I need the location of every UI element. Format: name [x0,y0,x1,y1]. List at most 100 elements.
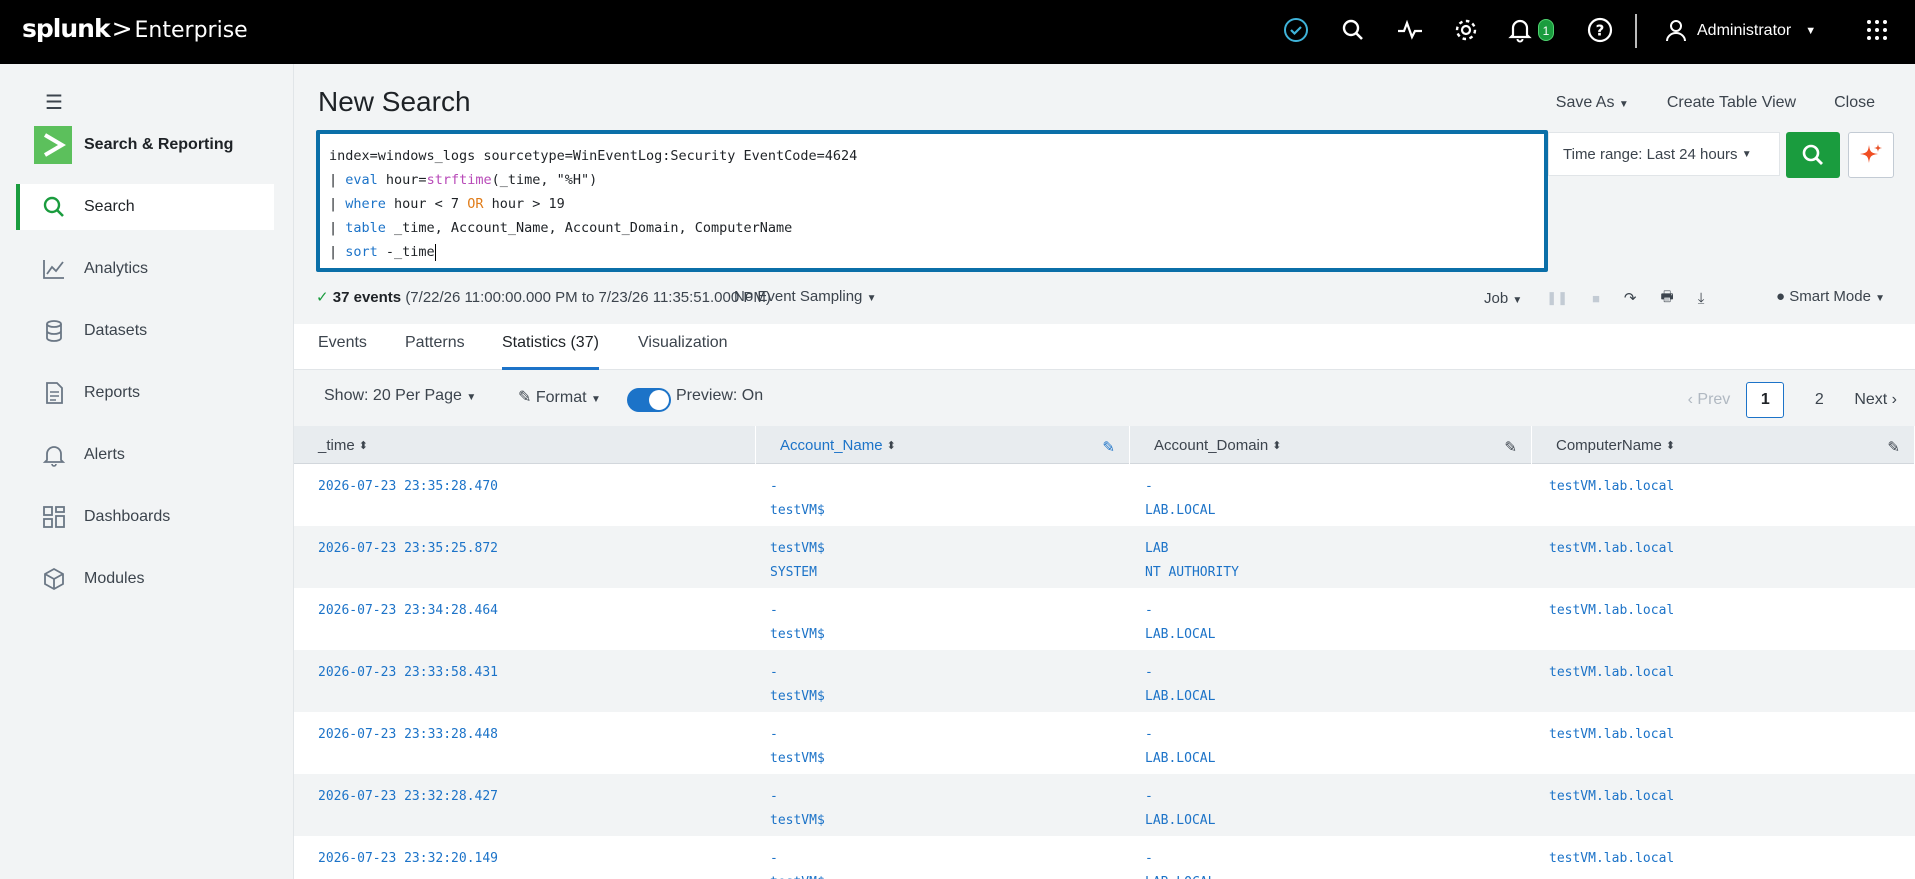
brand-chevron: > [111,14,133,43]
user-menu[interactable]: Administrator ▼ [1665,14,1816,48]
edit-column-icon[interactable]: ✎ [1102,438,1115,456]
event-count[interactable]: ✓ 37 events (7/22/26 11:00:00.000 PM to … [316,288,771,306]
sidebar-item-dashboards[interactable]: Dashboards [16,494,274,540]
cell-account-domain[interactable]: - LAB.LOCAL [1145,599,1215,647]
preview-label: Preview: On [676,387,764,404]
prev-page-button[interactable]: ‹ Prev [1688,391,1731,409]
text-cursor [434,243,436,261]
cell-computer-name[interactable]: testVM.lab.local [1549,537,1674,561]
edit-column-icon[interactable]: ✎ [1887,438,1900,456]
sidebar-item-analytics[interactable]: Analytics [16,246,274,292]
health-check-icon[interactable] [1281,15,1311,45]
sidebar-item-modules[interactable]: Modules [16,556,274,602]
cell-computer-name[interactable]: testVM.lab.local [1549,475,1674,499]
cell-computer-name[interactable]: testVM.lab.local [1549,661,1674,685]
format-dropdown[interactable]: ✎ Format ▼ [518,387,601,407]
cell-computer-name[interactable]: testVM.lab.local [1549,599,1674,623]
stop-icon[interactable]: ■ [1592,291,1600,306]
preview-toggle[interactable] [627,388,671,412]
cell-time[interactable]: 2026-07-23 23:33:58.431 [318,661,498,685]
tab-visualization[interactable]: Visualization [638,334,728,370]
bell-icon[interactable] [1505,15,1535,45]
export-icon[interactable]: ⤓ [1698,290,1705,307]
next-page-button[interactable]: Next › [1854,391,1897,409]
sidebar-item-reports[interactable]: Reports [16,370,274,416]
top-bar: splunk>Enterprise 1 ? Administrator ▼ [0,0,1915,64]
cell-time[interactable]: 2026-07-23 23:32:20.149 [318,847,498,871]
print-icon[interactable]: 🖶 [1661,286,1674,310]
page-2-button[interactable]: 2 [1800,382,1838,418]
column-header-account-domain[interactable]: Account_Domain ⬍ ✎ [1130,426,1532,464]
sidebar-item-datasets[interactable]: Datasets [16,308,274,354]
splunk-logo[interactable]: splunk>Enterprise [22,14,248,43]
database-icon [46,320,62,342]
run-search-button[interactable] [1786,132,1840,178]
column-header-computer-name[interactable]: ComputerName ⬍ ✎ [1532,426,1915,464]
tab-events[interactable]: Events [318,334,367,370]
tab-patterns[interactable]: Patterns [405,334,465,370]
table-row: 2026-07-23 23:35:28.470 - testVM$ - LAB.… [294,464,1915,526]
cell-account-domain[interactable]: - LAB.LOCAL [1145,723,1215,771]
tab-statistics[interactable]: Statistics (37) [502,334,599,370]
chart-icon [43,260,64,279]
event-sampling-dropdown[interactable]: No Event Sampling ▼ [734,288,876,305]
page-1-button[interactable]: 1 [1746,382,1785,418]
table-row: 2026-07-23 23:34:28.464 - testVM$ - LAB.… [294,588,1915,650]
search-mode-dropdown[interactable]: ● Smart Mode ▼ [1776,288,1885,305]
activity-icon[interactable] [1395,15,1425,45]
apps-grid-icon[interactable] [1862,15,1892,45]
cell-time[interactable]: 2026-07-23 23:34:28.464 [318,599,498,623]
job-menu[interactable]: Job ▼ [1484,290,1522,307]
ai-assistant-button[interactable] [1848,132,1894,178]
cell-account-name[interactable]: testVM$ SYSTEM [770,537,825,585]
column-header-time[interactable]: _time ⬍ [294,426,756,464]
sidebar-item-search[interactable]: Search [16,184,274,230]
cell-time[interactable]: 2026-07-23 23:33:28.448 [318,723,498,747]
query-line: | sort -_time [329,243,436,261]
search-query-editor[interactable]: index=windows_logs sourcetype=WinEventLo… [316,130,1548,272]
help-icon[interactable]: ? [1585,15,1615,45]
cell-computer-name[interactable]: testVM.lab.local [1549,723,1674,747]
pause-icon[interactable]: ❚❚ [1546,290,1568,306]
bell-icon [42,446,66,467]
sidebar-item-alerts[interactable]: Alerts [16,432,274,478]
product-name: Enterprise [134,18,248,43]
save-as-button[interactable]: Save As ▼ [1556,94,1629,112]
sort-icon[interactable]: ⬍ [887,439,896,452]
user-icon [1666,20,1686,42]
cell-account-domain[interactable]: - LAB.LOCAL [1145,475,1215,523]
cell-account-name[interactable]: - testVM$ [770,599,825,647]
search-icon [43,196,64,217]
share-icon[interactable]: ↷ [1624,289,1637,307]
time-range-picker[interactable]: Time range: Last 24 hours ▼ [1548,132,1780,176]
cell-account-name[interactable]: - testVM$ [770,785,825,833]
menu-toggle-icon[interactable]: ☰ [45,90,63,115]
per-page-dropdown[interactable]: Show: 20 Per Page ▼ [324,387,476,405]
sort-icon[interactable]: ⬍ [1666,439,1675,452]
cell-account-domain[interactable]: LAB NT AUTHORITY [1145,537,1239,585]
brand-name: splunk [22,14,111,43]
sort-icon[interactable]: ⬍ [359,439,368,452]
app-header[interactable]: Search & Reporting [34,126,233,164]
close-button[interactable]: Close [1834,94,1875,112]
cell-time[interactable]: 2026-07-23 23:35:25.872 [318,537,498,561]
cell-account-name[interactable]: - testVM$ [770,723,825,771]
cell-time[interactable]: 2026-07-23 23:35:28.470 [318,475,498,499]
sort-icon[interactable]: ⬍ [1272,439,1281,452]
cell-account-domain[interactable]: - LAB.LOCAL [1145,661,1215,709]
cell-computer-name[interactable]: testVM.lab.local [1549,785,1674,809]
cell-account-name[interactable]: - testVM$ [770,475,825,523]
create-table-view-button[interactable]: Create Table View [1667,94,1796,112]
gear-icon[interactable] [1451,15,1481,45]
edit-column-icon[interactable]: ✎ [1504,438,1517,456]
cell-account-name[interactable]: - testVM$ [770,847,825,879]
cell-account-domain[interactable]: - LAB.LOCAL [1145,847,1215,879]
query-line: | eval hour=strftime(_time, "%H") [329,172,598,188]
cell-account-name[interactable]: - testVM$ [770,661,825,709]
column-header-account-name[interactable]: Account_Name ⬍ ✎ [756,426,1130,464]
cell-time[interactable]: 2026-07-23 23:32:28.427 [318,785,498,809]
cell-computer-name[interactable]: testVM.lab.local [1549,847,1674,871]
cell-account-domain[interactable]: - LAB.LOCAL [1145,785,1215,833]
search-icon[interactable] [1338,15,1368,45]
table-row: 2026-07-23 23:32:20.149 - testVM$ - LAB.… [294,836,1915,879]
